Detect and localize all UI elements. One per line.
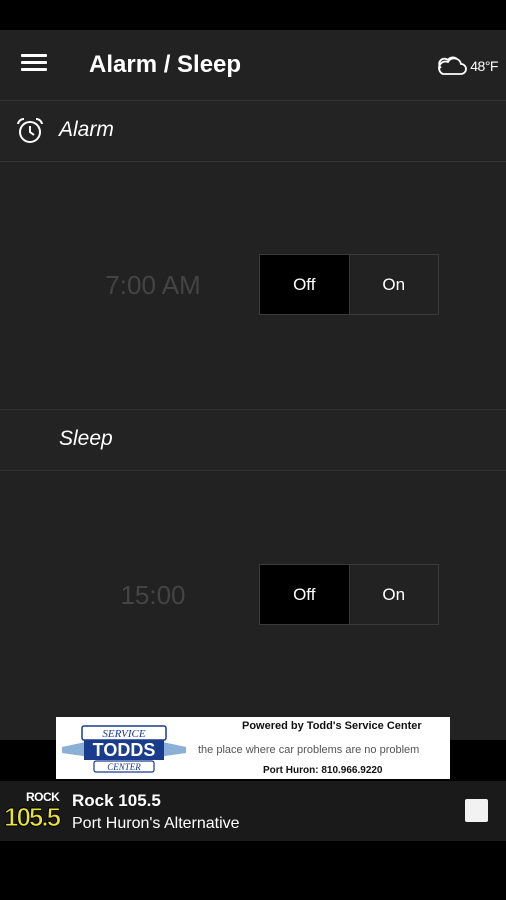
- svg-text:CENTER: CENTER: [107, 762, 141, 772]
- svg-text:TODDS: TODDS: [93, 740, 156, 760]
- hamburger-icon-line: [21, 61, 47, 64]
- menu-button[interactable]: [20, 52, 48, 78]
- app-bar: Alarm / Sleep 48°F: [0, 30, 506, 101]
- alarm-off-button[interactable]: Off: [260, 255, 349, 314]
- hamburger-icon-line: [21, 68, 47, 71]
- sleep-section-title: Sleep: [59, 427, 113, 450]
- now-playing-bar[interactable]: ROCK 105.5 Rock 105.5 Port Huron's Alter…: [0, 781, 506, 841]
- status-bar: [0, 0, 506, 30]
- stop-button[interactable]: [465, 799, 488, 822]
- sleep-toggle: Off On: [259, 564, 439, 625]
- sleep-section-header: Sleep: [0, 409, 506, 471]
- cloud-icon: [438, 56, 468, 75]
- alarm-section-header: Alarm: [0, 100, 506, 162]
- page-title: Alarm / Sleep: [89, 51, 242, 78]
- system-nav-bar: [0, 841, 506, 900]
- sleep-off-button[interactable]: Off: [260, 565, 349, 624]
- ad-slogan: the place where car problems are no prob…: [198, 744, 420, 756]
- station-name: Rock 105.5: [72, 791, 161, 810]
- todds-service-center-logo: SERVICE TODDS CENTER: [62, 725, 186, 773]
- moon-icon: [23, 429, 34, 451]
- weather-widget[interactable]: 48°F: [435, 52, 498, 80]
- weather-temperature: 48°F: [470, 58, 498, 74]
- sleep-on-button[interactable]: On: [348, 565, 438, 624]
- sleep-duration[interactable]: 15:00: [53, 580, 253, 611]
- svg-text:SERVICE: SERVICE: [102, 728, 145, 740]
- station-tagline: Port Huron's Alternative: [72, 815, 240, 832]
- ad-headline: Powered by Todd's Service Center: [242, 720, 422, 732]
- station-logo: ROCK 105.5: [3, 790, 61, 832]
- alarm-clock-icon: [17, 117, 43, 143]
- ad-banner[interactable]: SERVICE TODDS CENTER Powered by Todd's S…: [56, 717, 450, 779]
- alarm-on-button[interactable]: On: [348, 255, 438, 314]
- main-content: Alarm 7:00 AM Off On Sleep 15:00 Off On: [0, 100, 506, 740]
- alarm-toggle: Off On: [259, 254, 439, 315]
- ad-phone: Port Huron: 810.966.9220: [263, 765, 383, 776]
- hamburger-icon-line: [21, 54, 47, 57]
- alarm-section-title: Alarm: [59, 118, 114, 141]
- alarm-time[interactable]: 7:00 AM: [53, 270, 253, 301]
